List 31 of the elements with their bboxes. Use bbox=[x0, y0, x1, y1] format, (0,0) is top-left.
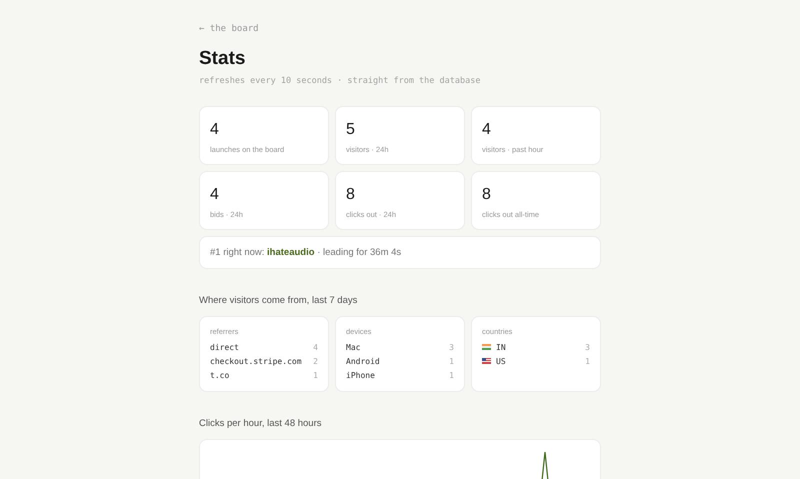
section-heading: Where visitors come from, last 7 days bbox=[199, 295, 358, 306]
source-count: 1 bbox=[313, 370, 318, 380]
source-name: US bbox=[496, 356, 506, 366]
stat-value: 4 bbox=[482, 121, 491, 139]
source-name: iPhone bbox=[346, 370, 375, 380]
source-name: Android bbox=[346, 356, 380, 366]
subtitle: refreshes every 10 seconds · straight from the database bbox=[199, 76, 480, 86]
stat-value: 5 bbox=[346, 121, 355, 139]
source-count: 1 bbox=[449, 356, 454, 366]
stat-value: 8 bbox=[346, 186, 355, 204]
source-name: t.co bbox=[210, 370, 230, 380]
source-count: 1 bbox=[585, 356, 590, 366]
source-count: 2 bbox=[313, 356, 318, 366]
section-heading: Clicks per hour, last 48 hours bbox=[199, 418, 322, 429]
source-name: Mac bbox=[346, 342, 360, 352]
sparkline-line bbox=[539, 451, 551, 479]
flag-icon bbox=[482, 358, 491, 364]
source-count: 4 bbox=[313, 342, 318, 352]
source-count: 1 bbox=[449, 370, 454, 380]
leader-link[interactable]: ihateaudio bbox=[267, 247, 315, 258]
flag-icon bbox=[482, 344, 491, 350]
leader-text: #1 right now: ihateaudio · leading for 36m 4s bbox=[210, 247, 402, 258]
source-count: 3 bbox=[449, 342, 454, 352]
source-count: 3 bbox=[585, 342, 590, 352]
stat-value: 4 bbox=[210, 121, 219, 139]
source-name: checkout.stripe.com bbox=[210, 356, 302, 366]
stat-value: 4 bbox=[210, 186, 219, 204]
source-name: IN bbox=[496, 342, 506, 352]
source-name: direct bbox=[210, 342, 239, 352]
page-title: Stats bbox=[199, 48, 246, 70]
stat-value: 8 bbox=[482, 186, 491, 204]
